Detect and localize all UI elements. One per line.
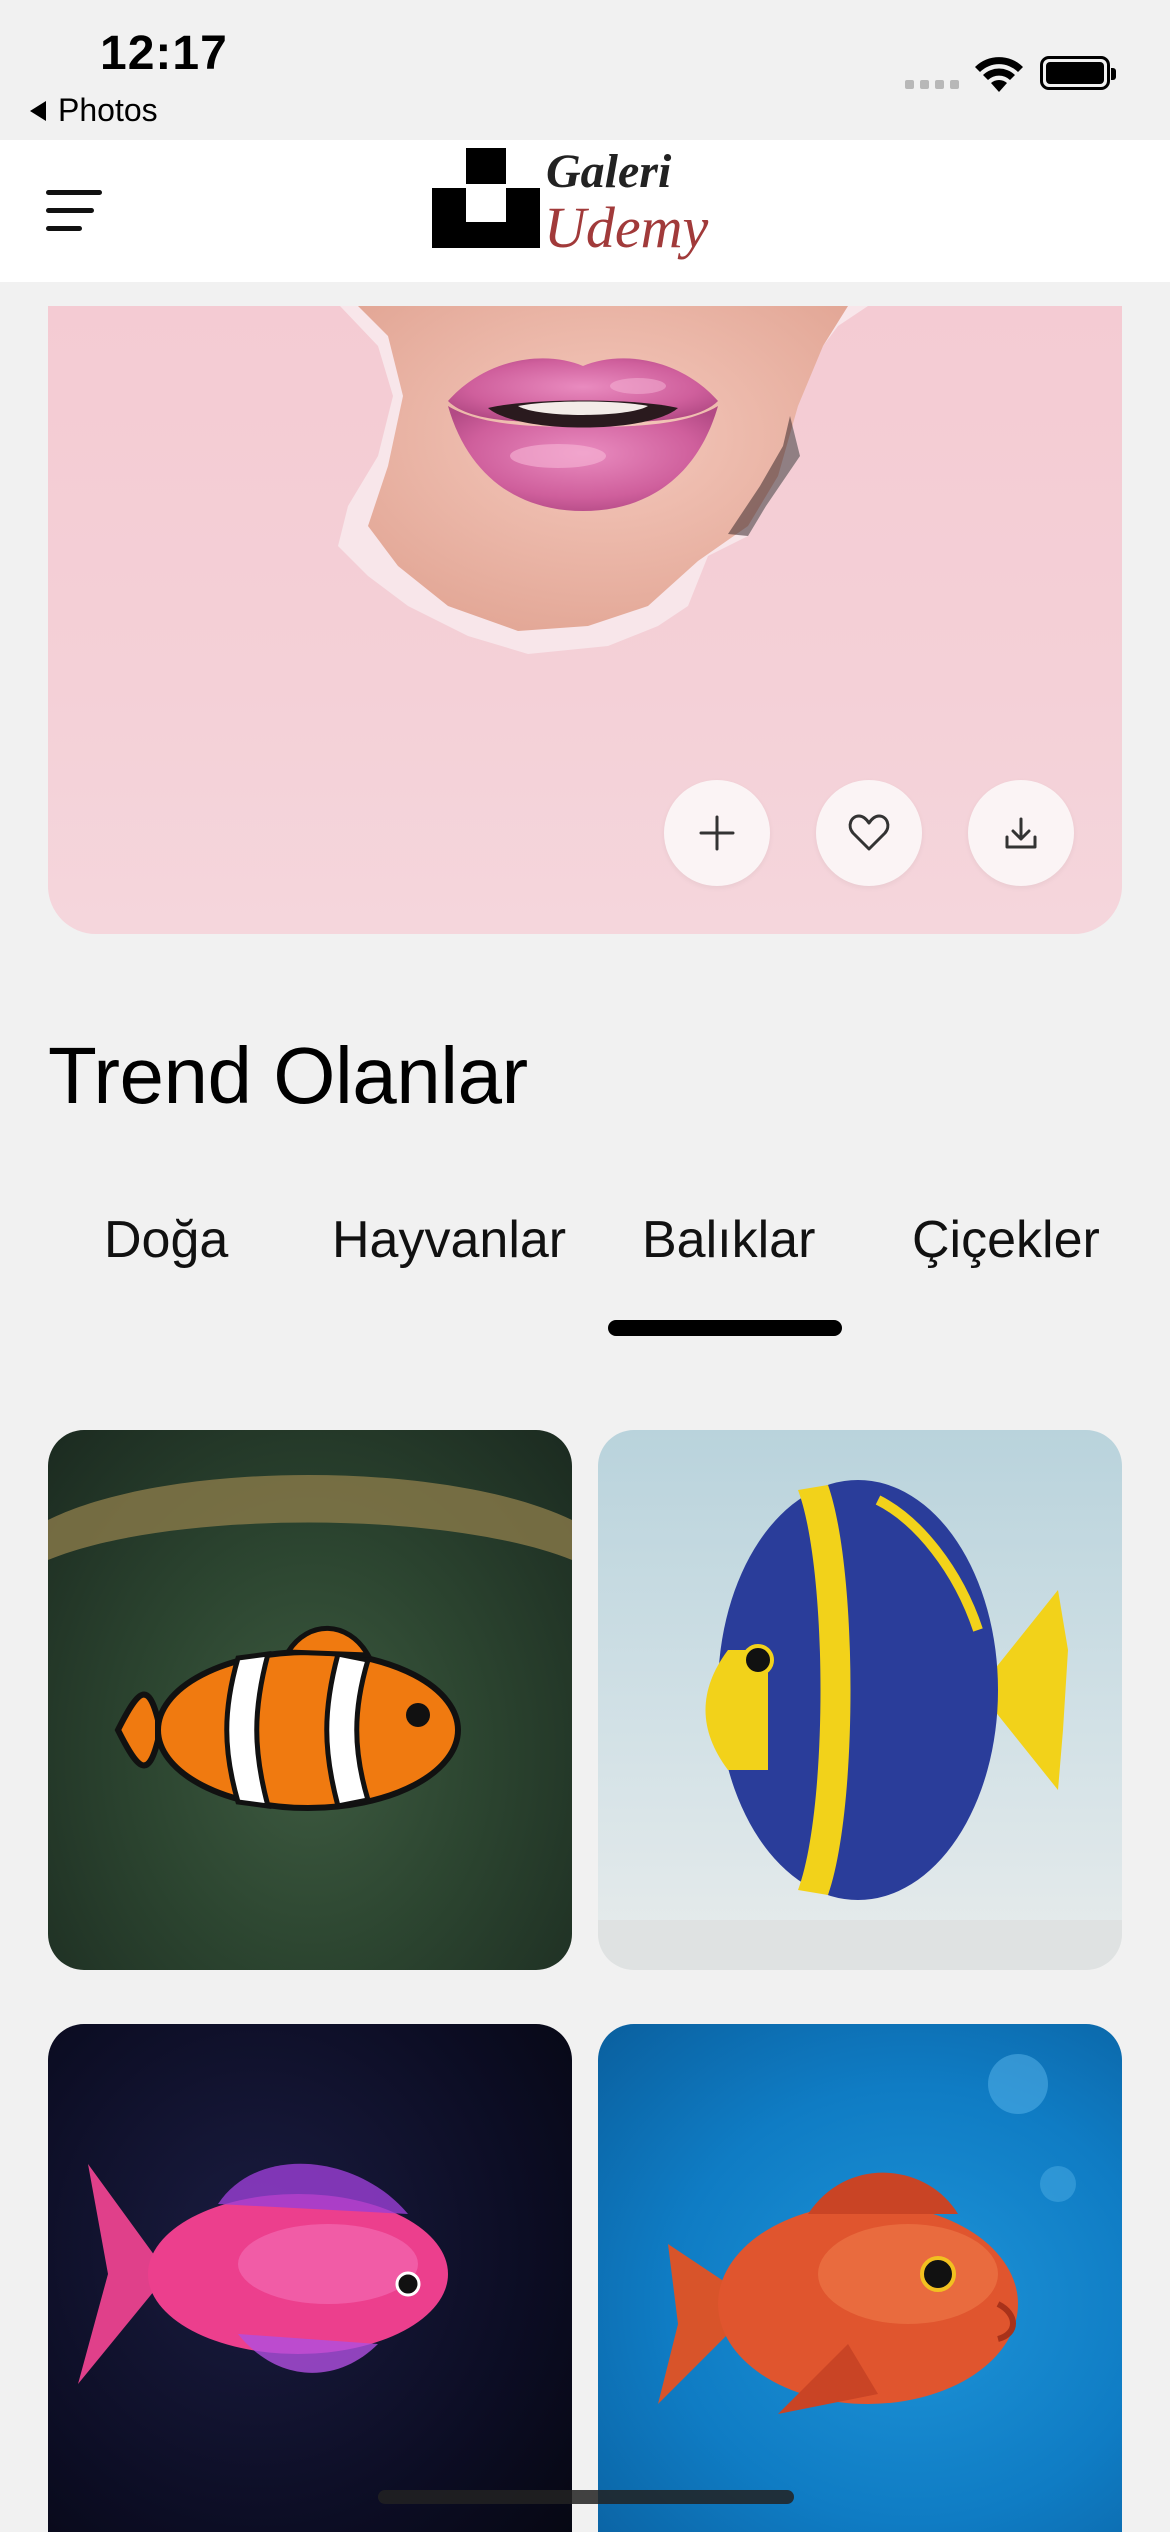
heart-icon [848,814,890,851]
photo-card-clownfish[interactable] [48,1430,572,1970]
tab-doga[interactable]: Doğa [104,1210,228,1270]
photo-card-red-fish[interactable] [598,2024,1122,2532]
home-indicator[interactable] [378,2490,794,2504]
back-arrow-icon [30,100,46,121]
app-logo: Galeri Udemy [430,140,708,282]
wifi-icon [975,57,1023,92]
photo-card-angelfish[interactable] [598,1430,1122,1970]
back-label: Photos [58,92,158,128]
featured-photo-card[interactable] [48,306,1122,934]
logo-mark-icon [432,148,540,248]
angelfish-image [598,1480,1122,1970]
active-tab-indicator [608,1320,842,1336]
add-button[interactable] [664,780,770,886]
tab-baliklar[interactable]: Balıklar [642,1210,815,1270]
pink-fish-image [78,2163,448,2384]
status-bar: 12:17 Photos [0,0,1170,140]
menu-icon [46,190,102,195]
menu-button[interactable] [46,184,106,238]
download-button[interactable] [968,780,1074,886]
clownfish-image [48,1475,572,1811]
screen: 12:17 Photos Galeri Udemy Trend Olanlar … [0,0,1170,2532]
tab-hayvanlar[interactable]: Hayvanlar [332,1210,566,1270]
plus-icon [699,815,735,851]
section-title: Trend Olanlar [48,1031,528,1120]
red-fish-image [658,2054,1076,2414]
favorite-button[interactable] [816,780,922,886]
download-icon [1005,817,1037,849]
photo-actions [664,780,1074,886]
battery-icon [1040,56,1116,90]
photo-card-pink-fish[interactable] [48,2024,572,2532]
cellular-signal-icon [905,80,959,89]
status-time: 12:17 [100,27,228,80]
app-bar: Galeri Udemy [0,140,1170,282]
logo-text-galeri: Galeri [546,145,672,198]
logo-text-udemy: Udemy [544,195,709,260]
tab-cicekler[interactable]: Çiçekler [912,1210,1100,1270]
category-tabs: Doğa Hayvanlar Balıklar Çiçekler [48,1210,1122,1340]
back-to-photos-link[interactable]: Photos [30,92,158,129]
